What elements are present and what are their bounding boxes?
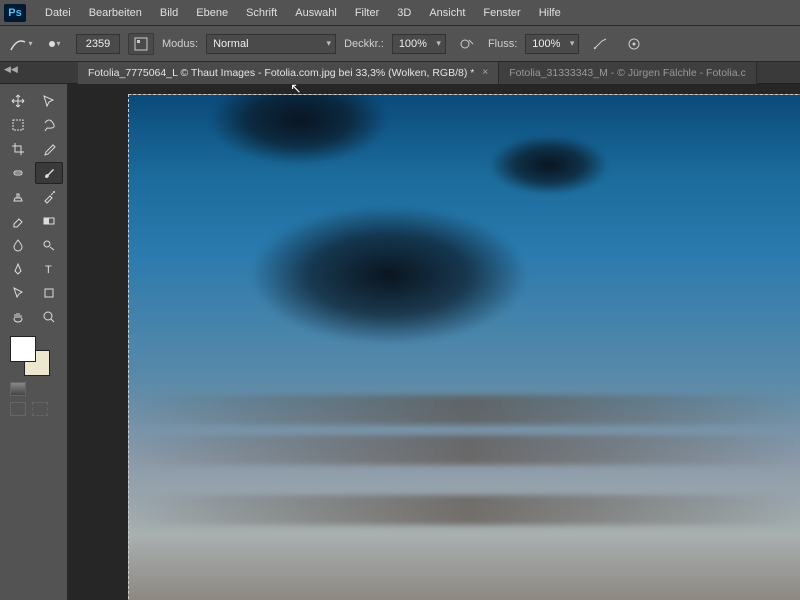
path-select-tool[interactable] <box>4 282 32 304</box>
menu-3d[interactable]: 3D <box>388 0 420 26</box>
tool-preset-icon[interactable]: ▾ <box>8 33 34 55</box>
artboard-tool[interactable] <box>35 90 63 112</box>
menu-datei[interactable]: Datei <box>36 0 80 26</box>
menu-bild[interactable]: Bild <box>151 0 187 26</box>
history-brush-tool[interactable] <box>35 186 63 208</box>
shape-tool[interactable] <box>35 282 63 304</box>
blur-tool[interactable] <box>4 234 32 256</box>
opacity-pressure-icon[interactable] <box>454 33 480 55</box>
workspace: T <box>0 84 800 600</box>
gradient-tool[interactable] <box>35 210 63 232</box>
document-tab-inactive[interactable]: Fotolia_31333343_M - © Jürgen Fälchle - … <box>499 62 757 84</box>
move-tool[interactable] <box>4 90 32 112</box>
app-logo: Ps <box>4 4 26 22</box>
document-tab-bar: Fotolia_7775064_L © Thaut Images - Fotol… <box>0 62 800 84</box>
healing-brush-tool[interactable] <box>4 162 32 184</box>
opacity-label: Deckkr.: <box>344 38 384 50</box>
image-content <box>129 435 800 465</box>
panel-collapse-icon[interactable]: ◀◀ <box>4 64 18 75</box>
svg-text:T: T <box>45 264 52 276</box>
type-tool[interactable]: T <box>35 258 63 280</box>
toolbox: T <box>0 84 68 600</box>
quickmask-toggle-icon[interactable] <box>10 382 26 396</box>
menu-filter[interactable]: Filter <box>346 0 388 26</box>
image-content <box>249 205 529 345</box>
screenmode-icon[interactable] <box>10 402 26 416</box>
pen-tool[interactable] <box>4 258 32 280</box>
brush-panel-toggle-icon[interactable] <box>128 33 154 55</box>
image-content <box>489 135 609 195</box>
hand-tool[interactable] <box>4 306 32 328</box>
size-pressure-icon[interactable] <box>621 33 647 55</box>
close-tab-icon[interactable]: × <box>482 67 488 78</box>
brush-size-field[interactable]: 2359 <box>76 34 120 54</box>
menu-fenster[interactable]: Fenster <box>474 0 529 26</box>
image-content <box>129 395 800 425</box>
menu-ansicht[interactable]: Ansicht <box>420 0 474 26</box>
lasso-tool[interactable] <box>35 114 63 136</box>
menu-schrift[interactable]: Schrift <box>237 0 286 26</box>
blend-mode-dropdown[interactable]: Normal <box>206 34 336 54</box>
flow-label: Fluss: <box>488 38 517 50</box>
opacity-dropdown[interactable]: 100% <box>392 34 446 54</box>
canvas-area[interactable] <box>68 84 800 600</box>
eyedropper-tool[interactable] <box>35 138 63 160</box>
document-canvas[interactable] <box>128 94 800 600</box>
image-content <box>129 495 800 525</box>
document-tab-label: Fotolia_31333343_M - © Jürgen Fälchle - … <box>509 67 746 79</box>
airbrush-icon[interactable] <box>587 33 613 55</box>
menu-bearbeiten[interactable]: Bearbeiten <box>80 0 151 26</box>
screenmode-alt-icon[interactable] <box>32 402 48 416</box>
brush-preview-icon[interactable]: ▾ <box>42 33 68 55</box>
clone-stamp-tool[interactable] <box>4 186 32 208</box>
options-bar: ▾ ▾ 2359 Modus: Normal Deckkr.: 100% Flu… <box>0 26 800 62</box>
flow-dropdown[interactable]: 100% <box>525 34 579 54</box>
document-tab-active[interactable]: Fotolia_7775064_L © Thaut Images - Fotol… <box>78 62 499 84</box>
mode-label: Modus: <box>162 38 198 50</box>
document-tab-label: Fotolia_7775064_L © Thaut Images - Fotol… <box>88 67 474 79</box>
color-swatches[interactable] <box>10 336 50 376</box>
main-menubar: Ps Datei Bearbeiten Bild Ebene Schrift A… <box>0 0 800 26</box>
brush-tool[interactable] <box>35 162 63 184</box>
menu-auswahl[interactable]: Auswahl <box>286 0 346 26</box>
menu-hilfe[interactable]: Hilfe <box>530 0 570 26</box>
dodge-tool[interactable] <box>35 234 63 256</box>
zoom-tool[interactable] <box>35 306 63 328</box>
marquee-tool[interactable] <box>4 114 32 136</box>
menu-ebene[interactable]: Ebene <box>187 0 237 26</box>
eraser-tool[interactable] <box>4 210 32 232</box>
foreground-color-swatch[interactable] <box>10 336 36 362</box>
image-content <box>209 94 389 165</box>
crop-tool[interactable] <box>4 138 32 160</box>
